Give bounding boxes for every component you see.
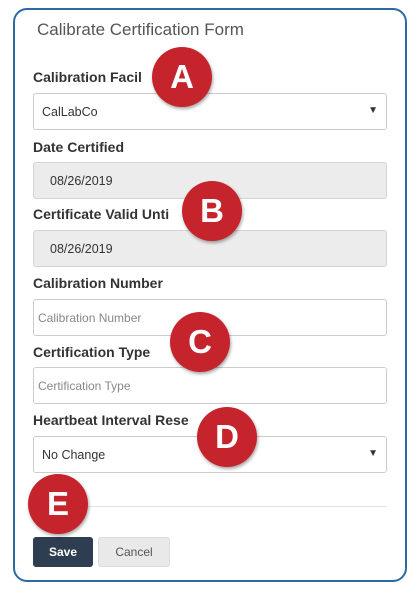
calibration-facility-value: CalLabCo bbox=[42, 104, 98, 119]
cancel-button[interactable]: Cancel bbox=[98, 537, 170, 567]
callout-a-marker: A bbox=[152, 47, 212, 107]
calibration-number-placeholder: Calibration Number bbox=[38, 310, 142, 325]
certification-type-placeholder: Certification Type bbox=[38, 378, 131, 393]
certificate-valid-until-value: 08/26/2019 bbox=[50, 241, 113, 256]
heartbeat-interval-reset-label: Heartbeat Interval Rese bbox=[33, 412, 189, 428]
caret-down-icon: ▼ bbox=[368, 448, 378, 459]
certification-type-input[interactable]: Certification Type bbox=[33, 367, 387, 404]
caret-down-icon: ▼ bbox=[368, 105, 378, 116]
callout-c-marker: C bbox=[170, 312, 230, 372]
form-title: Calibrate Certification Form bbox=[37, 20, 244, 39]
date-certified-label: Date Certified bbox=[33, 139, 125, 155]
calibration-facility-select[interactable]: CalLabCo ▼ bbox=[33, 93, 387, 130]
certificate-valid-until-label: Certificate Valid Unti bbox=[33, 206, 170, 222]
certification-type-label: Certification Type bbox=[33, 344, 151, 360]
calibration-facility-label: Calibration Facil bbox=[33, 69, 142, 85]
date-certified-value: 08/26/2019 bbox=[50, 173, 113, 188]
save-button[interactable]: Save bbox=[33, 537, 93, 567]
callout-b-marker: B bbox=[182, 181, 242, 241]
heartbeat-interval-reset-value: No Change bbox=[42, 447, 106, 462]
callout-d-marker: D bbox=[197, 407, 257, 467]
calibration-number-label: Calibration Number bbox=[33, 275, 163, 291]
callout-e-marker: E bbox=[28, 474, 88, 534]
